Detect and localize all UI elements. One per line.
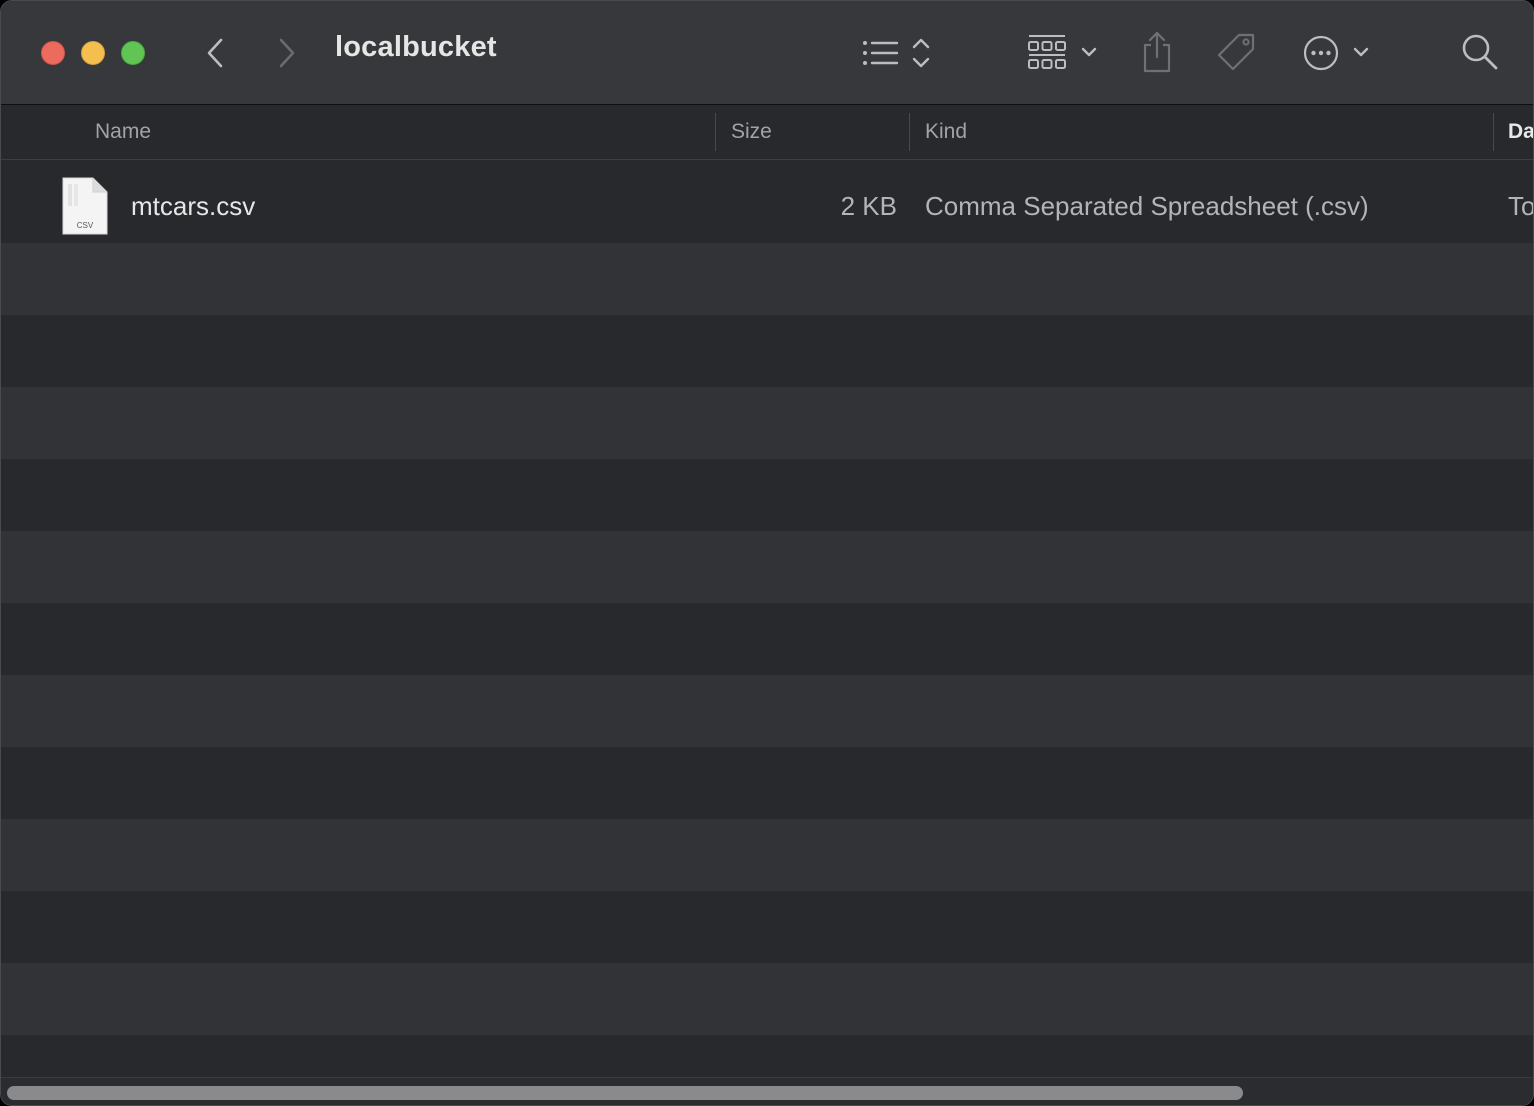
empty-row <box>1 459 1533 531</box>
tag-icon <box>1217 33 1255 71</box>
maximize-button[interactable] <box>121 41 145 65</box>
tag-button[interactable] <box>1213 31 1259 73</box>
share-button[interactable] <box>1139 29 1175 75</box>
column-size[interactable]: Size <box>731 120 772 144</box>
file-kind: Comma Separated Spreadsheet (.csv) <box>925 191 1369 221</box>
empty-row <box>1 315 1533 387</box>
group-button[interactable] <box>1027 33 1101 73</box>
file-name: mtcars.csv <box>131 191 256 221</box>
empty-row <box>1 747 1533 819</box>
empty-row <box>1 243 1533 315</box>
empty-row <box>1 819 1533 891</box>
empty-row <box>1 891 1533 963</box>
column-kind[interactable]: Kind <box>925 120 967 144</box>
column-header: Name Size Kind Da <box>1 105 1533 160</box>
column-divider[interactable] <box>1493 113 1494 151</box>
file-size: 2 KB <box>840 191 897 221</box>
file-row[interactable]: CSV mtcars.csv 2 KB Comma Separated Spre… <box>1 160 1534 243</box>
view-options-button[interactable] <box>859 35 937 71</box>
scrollbar-thumb[interactable] <box>7 1086 1243 1100</box>
search-button[interactable] <box>1459 31 1501 73</box>
close-button[interactable] <box>41 41 65 65</box>
file-date: To <box>1508 191 1534 221</box>
csv-file-icon: CSV <box>61 176 109 236</box>
empty-row <box>1 387 1533 459</box>
finder-window: localbucket Name Size Kind Da CSV mtcars… <box>0 0 1534 1106</box>
list-view-icon <box>863 38 930 68</box>
file-list: CSV mtcars.csv 2 KB Comma Separated Spre… <box>1 160 1534 1105</box>
column-divider[interactable] <box>909 113 910 151</box>
column-date[interactable]: Da <box>1508 120 1533 144</box>
empty-row <box>1 963 1533 1035</box>
file-icon-label: CSV <box>76 221 94 230</box>
empty-row <box>1 603 1533 675</box>
grid-group-icon <box>1028 35 1097 69</box>
empty-row <box>1 531 1533 603</box>
column-name[interactable]: Name <box>95 120 151 144</box>
back-button[interactable] <box>199 35 231 71</box>
column-divider[interactable] <box>715 113 716 151</box>
window-title: localbucket <box>335 31 497 63</box>
share-icon <box>1143 31 1171 73</box>
ellipsis-circle-icon <box>1303 35 1369 71</box>
chevron-right-icon <box>279 38 295 68</box>
search-icon <box>1462 34 1498 70</box>
toolbar: localbucket <box>1 1 1533 105</box>
more-actions-button[interactable] <box>1301 33 1375 73</box>
empty-row <box>1 675 1533 747</box>
horizontal-scrollbar[interactable] <box>1 1077 1533 1105</box>
forward-button[interactable] <box>271 35 303 71</box>
chevron-left-icon <box>207 38 223 68</box>
minimize-button[interactable] <box>81 41 105 65</box>
